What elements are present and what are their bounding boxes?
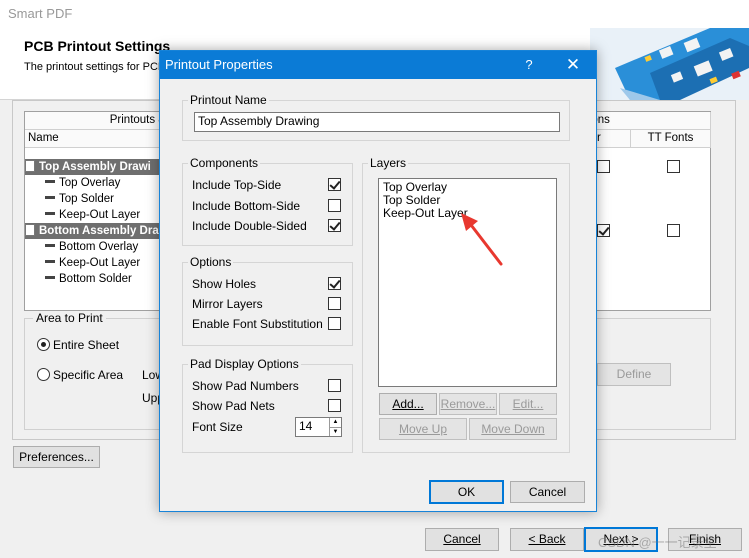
layer-icon bbox=[45, 196, 55, 199]
printout-name-input[interactable]: Top Assembly Drawing bbox=[194, 112, 560, 132]
entire-sheet-label: Entire Sheet bbox=[53, 338, 120, 352]
back-button[interactable]: < Back bbox=[510, 528, 584, 551]
tree-layer-bottom-solder[interactable]: Bottom Solder bbox=[25, 271, 132, 287]
tt-fonts-column-header[interactable]: TT Fonts bbox=[631, 130, 711, 148]
wizard-heading: PCB Printout Settings bbox=[24, 38, 171, 54]
show-pad-numbers-checkbox[interactable] bbox=[328, 379, 341, 392]
spin-down-icon[interactable]: ▼ bbox=[329, 427, 341, 436]
move-down-label: Move Down bbox=[481, 422, 545, 436]
remove-layer-button[interactable]: Remove... bbox=[439, 393, 497, 415]
layers-legend: Layers bbox=[368, 156, 409, 170]
add-layer-label: Add... bbox=[392, 397, 424, 411]
layer-column-header[interactable]: r bbox=[595, 130, 631, 148]
grid-checkbox-top-layer[interactable] bbox=[597, 160, 610, 173]
tree-item-label: Top Assembly Drawi bbox=[39, 161, 151, 173]
printout-name-legend: Printout Name bbox=[188, 93, 269, 107]
layer-list-item[interactable]: Keep-Out Layer bbox=[383, 207, 468, 220]
include-top-side-label: Include Top-Side bbox=[192, 178, 282, 192]
include-top-side-checkbox[interactable] bbox=[328, 178, 341, 191]
remove-layer-label: Remove... bbox=[440, 397, 496, 411]
layer-icon bbox=[45, 244, 55, 247]
entire-sheet-radio[interactable] bbox=[37, 338, 50, 351]
enable-font-substitution-checkbox[interactable] bbox=[328, 317, 341, 330]
include-double-sided-checkbox[interactable] bbox=[328, 219, 341, 232]
show-pad-nets-checkbox[interactable] bbox=[328, 399, 341, 412]
dialog-title: Printout Properties bbox=[165, 57, 273, 72]
spin-up-icon[interactable]: ▲ bbox=[329, 418, 341, 427]
define-button[interactable]: Define bbox=[597, 363, 671, 386]
tree-item-label: Keep-Out Layer bbox=[59, 209, 141, 221]
dialog-titlebar[interactable]: Printout Properties ? ✕ bbox=[160, 51, 596, 79]
annotation-arrow-icon bbox=[461, 213, 503, 266]
pcb-banner-image bbox=[590, 28, 749, 100]
specific-area-radio[interactable] bbox=[37, 368, 50, 381]
wizard-titlebar: Smart PDF bbox=[0, 0, 749, 28]
layer-icon bbox=[45, 276, 55, 279]
ok-button[interactable]: OK bbox=[429, 480, 504, 504]
wizard-title: Smart PDF bbox=[8, 6, 73, 21]
wizard-subheading: The printout settings for PCB bbox=[24, 61, 166, 73]
options-legend: Options bbox=[188, 255, 234, 269]
printouts-column-header[interactable]: Printouts & bbox=[25, 112, 171, 130]
edit-layer-button[interactable]: Edit... bbox=[499, 393, 557, 415]
font-size-spinner[interactable]: 14 ▲ ▼ bbox=[295, 417, 342, 437]
components-legend: Components bbox=[188, 156, 261, 170]
tree-layer-bottom-overlay[interactable]: Bottom Overlay bbox=[25, 239, 138, 255]
document-icon bbox=[25, 160, 35, 172]
layer-icon bbox=[45, 212, 55, 215]
grid-checkbox-bottom-ttfonts[interactable] bbox=[667, 224, 680, 237]
tree-item-label: Bottom Solder bbox=[59, 273, 132, 285]
show-pad-numbers-label: Show Pad Numbers bbox=[192, 379, 299, 393]
wizard-cancel-button[interactable]: Cancel bbox=[425, 528, 499, 551]
tree-layer-top-overlay[interactable]: Top Overlay bbox=[25, 175, 120, 191]
tree-item-label: Bottom Overlay bbox=[59, 241, 139, 253]
dialog-cancel-button[interactable]: Cancel bbox=[510, 481, 585, 503]
move-up-button[interactable]: Move Up bbox=[379, 418, 467, 440]
show-holes-checkbox[interactable] bbox=[328, 277, 341, 290]
tree-item-label: Top Solder bbox=[59, 193, 114, 205]
mirror-layers-label: Mirror Layers bbox=[192, 297, 263, 311]
preferences-button[interactable]: Preferences... bbox=[13, 446, 100, 468]
grid-checkbox-top-ttfonts[interactable] bbox=[667, 160, 680, 173]
mirror-layers-checkbox[interactable] bbox=[328, 297, 341, 310]
tree-printout-top-assembly[interactable]: Top Assembly Drawi bbox=[25, 159, 160, 175]
tree-item-label: Top Overlay bbox=[59, 177, 121, 189]
name-column-header[interactable]: Name bbox=[25, 130, 171, 148]
tree-item-label: Bottom Assembly Dra bbox=[39, 225, 159, 237]
tree-item-label: Keep-Out Layer bbox=[59, 257, 141, 269]
tree-layer-top-solder[interactable]: Top Solder bbox=[25, 191, 114, 207]
tree-printout-bottom-assembly[interactable]: Bottom Assembly Dra bbox=[25, 223, 160, 239]
font-size-label: Font Size bbox=[192, 420, 243, 434]
include-double-sided-label: Include Double-Sided bbox=[192, 219, 307, 233]
layer-icon bbox=[45, 260, 55, 263]
enable-font-substitution-label: Enable Font Substitution bbox=[192, 317, 323, 331]
tree-layer-keep-out[interactable]: Keep-Out Layer bbox=[25, 207, 140, 223]
wizard-cancel-label: Cancel bbox=[443, 532, 481, 546]
layer-icon bbox=[45, 180, 55, 183]
document-icon bbox=[25, 224, 35, 236]
close-icon[interactable]: ✕ bbox=[558, 54, 588, 76]
edit-layer-label: Edit... bbox=[512, 397, 544, 411]
specific-area-label: Specific Area bbox=[53, 368, 124, 382]
grid-checkbox-bottom-layer[interactable] bbox=[597, 224, 610, 237]
show-pad-nets-label: Show Pad Nets bbox=[192, 399, 275, 413]
area-to-print-legend: Area to Print bbox=[33, 311, 106, 325]
printout-properties-dialog: Printout Properties ? ✕ Printout Name To… bbox=[159, 50, 597, 512]
move-down-button[interactable]: Move Down bbox=[469, 418, 557, 440]
layers-listbox[interactable]: Top Overlay Top Solder Keep-Out Layer bbox=[378, 178, 557, 387]
font-size-value: 14 bbox=[299, 419, 313, 433]
help-button[interactable]: ? bbox=[519, 55, 539, 75]
back-label: < Back bbox=[528, 532, 566, 546]
tree-layer-keep-out-bottom[interactable]: Keep-Out Layer bbox=[25, 255, 140, 271]
show-holes-label: Show Holes bbox=[192, 277, 257, 291]
watermark-text: CSDN @一一记录生 bbox=[598, 535, 717, 550]
pad-display-options-legend: Pad Display Options bbox=[188, 357, 301, 371]
include-bottom-side-label: Include Bottom-Side bbox=[192, 199, 301, 213]
move-up-label: Move Up bbox=[398, 422, 448, 436]
add-layer-button[interactable]: Add... bbox=[379, 393, 437, 415]
include-bottom-side-checkbox[interactable] bbox=[328, 199, 341, 212]
